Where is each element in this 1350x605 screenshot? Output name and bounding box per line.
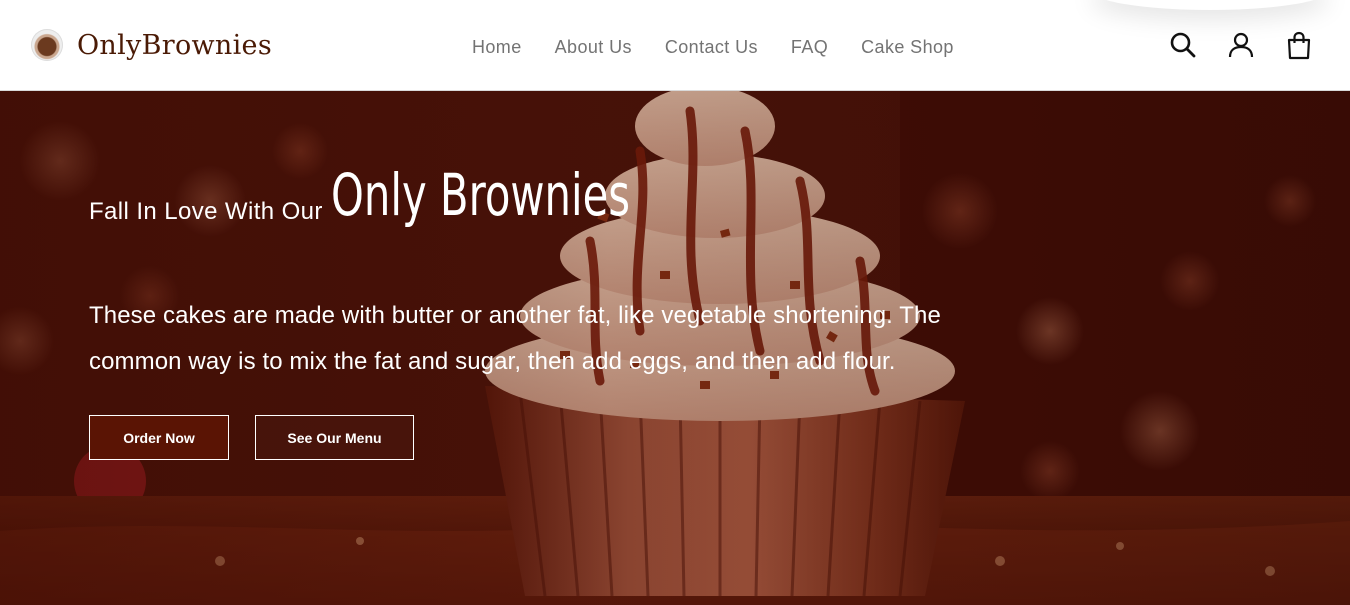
see-our-menu-button[interactable]: See Our Menu — [255, 415, 414, 460]
nav-cake-shop[interactable]: Cake Shop — [861, 36, 954, 58]
hero-banner: Fall In Love With Our Only Brownies Thes… — [0, 91, 1350, 605]
nav-about-us[interactable]: About Us — [555, 36, 632, 58]
order-now-button[interactable]: Order Now — [89, 415, 229, 460]
brownie-logo-icon — [31, 29, 63, 61]
header-shadow-decoration — [1090, 0, 1330, 10]
hero-content: Fall In Love With Our Only Brownies Thes… — [89, 161, 989, 460]
shopping-bag-icon[interactable] — [1284, 30, 1314, 60]
header-actions — [1168, 30, 1342, 60]
nav-home[interactable]: Home — [472, 36, 522, 58]
hero-headline: Fall In Love With Our Only Brownies — [89, 161, 989, 291]
hero-title: Only Brownies — [330, 161, 630, 229]
brand-logo-link[interactable]: OnlyBrownies — [31, 29, 272, 61]
main-nav: Home About Us Contact Us FAQ Cake Shop — [472, 36, 987, 58]
hero-buttons: Order Now See Our Menu — [89, 415, 440, 460]
site-header: OnlyBrownies Home About Us Contact Us FA… — [0, 0, 1350, 91]
brand-name: OnlyBrownies — [77, 29, 272, 61]
hero-description: These cakes are made with butter or anot… — [89, 302, 941, 375]
nav-contact-us[interactable]: Contact Us — [665, 36, 758, 58]
hero-pre-title: Fall In Love With Our — [89, 198, 323, 225]
search-icon[interactable] — [1168, 30, 1198, 60]
nav-faq[interactable]: FAQ — [791, 36, 828, 58]
user-icon[interactable] — [1226, 30, 1256, 60]
